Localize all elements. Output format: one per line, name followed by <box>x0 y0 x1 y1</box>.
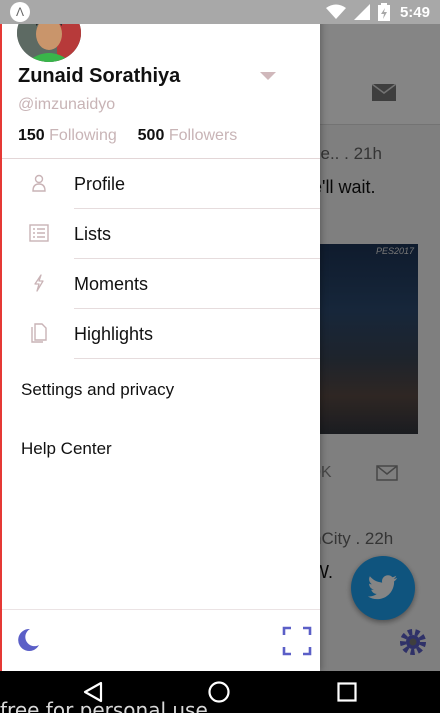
list-icon <box>28 222 50 244</box>
settings-and-privacy-link[interactable]: Settings and privacy <box>21 380 174 400</box>
menu-item-label: Highlights <box>74 324 154 344</box>
wifi-icon <box>325 4 346 20</box>
home-icon[interactable] <box>207 680 231 704</box>
menu-item-label: Lists <box>74 224 112 244</box>
divider <box>2 609 320 610</box>
qr-scan-icon[interactable] <box>282 626 312 656</box>
account-handle: @imzunaidyo <box>18 96 116 113</box>
recents-icon[interactable] <box>335 680 359 704</box>
battery-charging-icon <box>377 3 390 21</box>
signal-icon <box>353 4 370 20</box>
follow-counts: 150 Following 500 Followers <box>18 127 237 145</box>
help-center-link[interactable]: Help Center <box>21 439 112 459</box>
followers-count: 500 <box>137 127 165 144</box>
menu-item-label: Profile <box>74 174 126 194</box>
menu-item-label: Moments <box>74 274 149 294</box>
followers-label: Followers <box>168 127 238 144</box>
menu-item-lists[interactable]: Lists <box>2 209 320 259</box>
menu-item-moments[interactable]: Moments <box>2 259 320 309</box>
app-badge-icon: Λ <box>10 2 30 22</box>
divider <box>74 358 320 359</box>
status-time: 5:49 <box>399 3 430 21</box>
following-count: 150 <box>18 127 45 144</box>
menu-item-highlights[interactable]: Highlights <box>2 309 320 359</box>
account-name[interactable]: Zunaid Sorathiya <box>18 65 180 88</box>
following-link[interactable]: 150 Following <box>18 127 121 144</box>
person-icon <box>28 172 50 194</box>
followers-link[interactable]: 500 Followers <box>138 127 238 144</box>
night-mode-moon-icon[interactable] <box>12 625 42 655</box>
watermark-text: free for personal use <box>0 698 208 722</box>
lightning-icon <box>28 272 50 294</box>
navigation-drawer: Zunaid Sorathiya @imzunaidyo 150 Followi… <box>0 0 320 671</box>
document-icon <box>28 322 50 344</box>
account-switcher-caret-icon[interactable] <box>260 72 276 80</box>
following-label: Following <box>49 127 117 144</box>
menu-item-profile[interactable]: Profile <box>2 159 320 209</box>
status-bar: Λ 5:49 <box>0 0 440 24</box>
